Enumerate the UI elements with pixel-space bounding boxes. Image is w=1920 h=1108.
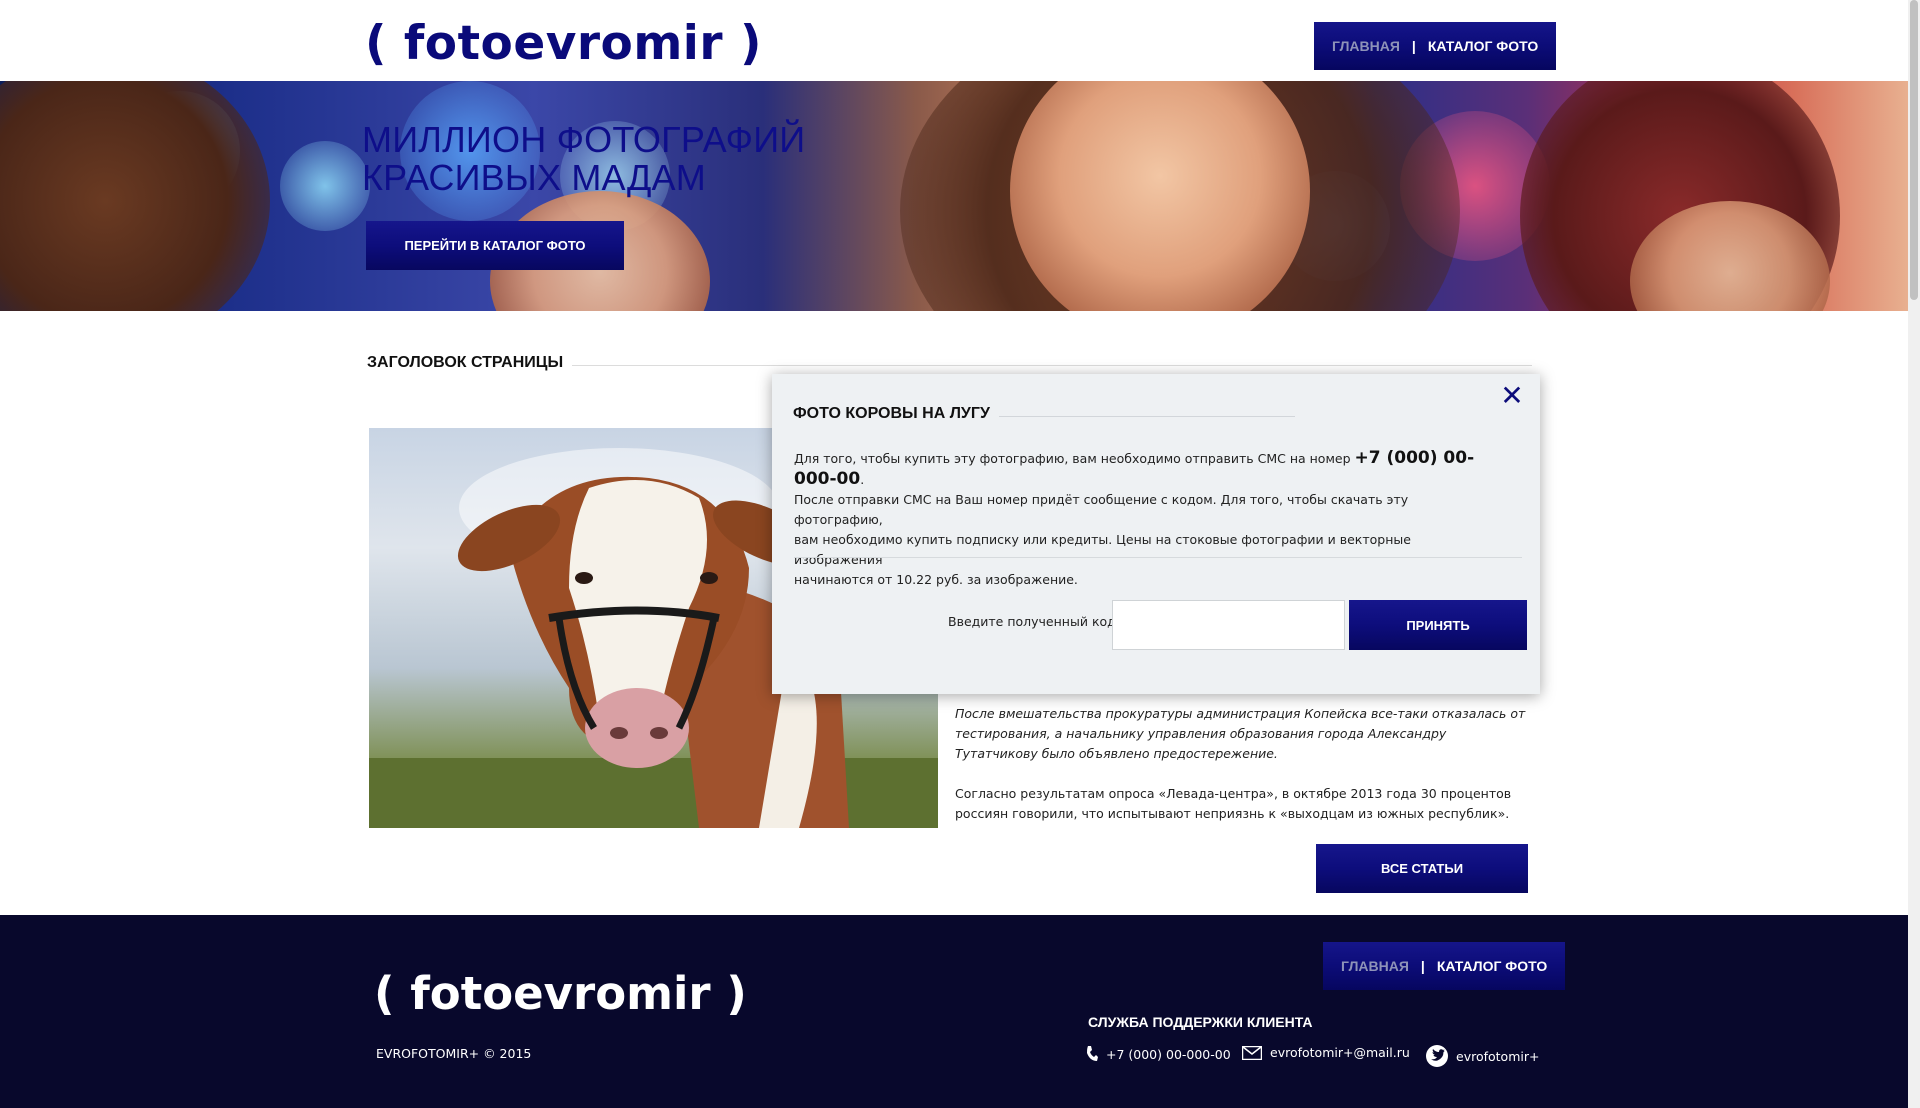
contact-phone[interactable]: +7 (000) 00-000-00	[1086, 1045, 1231, 1063]
title-divider	[572, 365, 1532, 366]
contact-twitter-text: evrofotomir+	[1456, 1048, 1540, 1064]
modal-divider	[794, 557, 1522, 558]
modal-text-line-1: Для того, чтобы купить эту фотографию, в…	[794, 448, 1494, 490]
hero-banner: МИЛЛИОН ФОТОГРАФИЙ КРАСИВЫХ МАДАМ ПЕРЕЙТ…	[0, 81, 1908, 311]
article-paragraph-2: Согласно результатам опроса «Левада-цент…	[955, 786, 1512, 821]
modal-description: Для того, чтобы купить эту фотографию, в…	[794, 448, 1494, 590]
nav-separator: |	[1411, 38, 1416, 54]
contact-twitter[interactable]: evrofotomir+	[1426, 1045, 1539, 1067]
banner-title: МИЛЛИОН ФОТОГРАФИЙ КРАСИВЫХ МАДАМ	[362, 121, 805, 197]
footer-nav-separator: |	[1420, 958, 1425, 974]
copyright: EVROFOTOMIR+ © 2015	[376, 1046, 532, 1061]
banner-title-line-2: КРАСИВЫХ МАДАМ	[362, 157, 706, 198]
purchase-modal: ФОТО КОРОВЫ НА ЛУГУ ✕ Для того, чтобы ку…	[772, 374, 1540, 694]
contact-email[interactable]: evrofotomir+@mail.ru	[1242, 1045, 1410, 1060]
phone-icon	[1086, 1045, 1098, 1063]
banner-title-line-1: МИЛЛИОН ФОТОГРАФИЙ	[362, 119, 806, 160]
go-to-catalog-button[interactable]: ПЕРЕЙТИ В КАТАЛОГ ФОТО	[366, 221, 624, 270]
scrollbar-thumb[interactable]	[1910, 0, 1918, 300]
modal-text-line-2: После отправки СМС на Ваш номер придёт с…	[794, 492, 1409, 527]
footer-nav: ГЛАВНАЯ | КАТАЛОГ ФОТО	[1323, 942, 1566, 990]
nav-link-home[interactable]: ГЛАВНАЯ	[1332, 38, 1400, 54]
modal-title: ФОТО КОРОВЫ НА ЛУГУ	[793, 405, 990, 422]
page-title: ЗАГОЛОВОК СТРАНИЦЫ	[367, 354, 564, 371]
top-nav: ГЛАВНАЯ | КАТАЛОГ ФОТО	[1314, 22, 1557, 70]
code-input[interactable]	[1112, 600, 1345, 650]
article-paragraph-1: После вмешательства прокуратуры админист…	[955, 706, 1526, 761]
site-logo[interactable]: ( fotoevromir )	[365, 14, 762, 74]
nav-link-catalog[interactable]: КАТАЛОГ ФОТО	[1428, 38, 1538, 54]
footer-nav-link-home[interactable]: ГЛАВНАЯ	[1341, 958, 1409, 974]
contact-phone-text: +7 (000) 00-000-00	[1106, 1046, 1231, 1062]
twitter-icon	[1426, 1045, 1448, 1067]
footer-logo[interactable]: ( fotoevromir )	[374, 967, 747, 1021]
modal-title-divider	[999, 416, 1295, 417]
footer-nav-link-catalog[interactable]: КАТАЛОГ ФОТО	[1437, 958, 1547, 974]
modal-text-line-3: вам необходимо купить подписку или креди…	[794, 532, 1411, 567]
code-label: Введите полученный код	[948, 614, 1116, 629]
modal-text-line-4: начинаются от 10.22 руб. за изображение.	[794, 572, 1078, 587]
footer: ( fotoevromir ) EVROFOTOMIR+ © 2015 ГЛАВ…	[0, 915, 1908, 1108]
all-articles-button[interactable]: ВСЕ СТАТЬИ	[1316, 844, 1528, 893]
accept-button[interactable]: ПРИНЯТЬ	[1349, 600, 1527, 650]
support-title: СЛУЖБА ПОДДЕРЖКИ КЛИЕНТА	[1088, 1014, 1313, 1030]
modal-text-after-phone: .	[860, 472, 865, 487]
contact-email-text: evrofotomir+@mail.ru	[1270, 1045, 1410, 1060]
envelope-icon	[1242, 1045, 1262, 1060]
modal-text-before-phone: Для того, чтобы купить эту фотографию, в…	[794, 451, 1355, 466]
close-icon[interactable]: ✕	[1498, 382, 1526, 410]
